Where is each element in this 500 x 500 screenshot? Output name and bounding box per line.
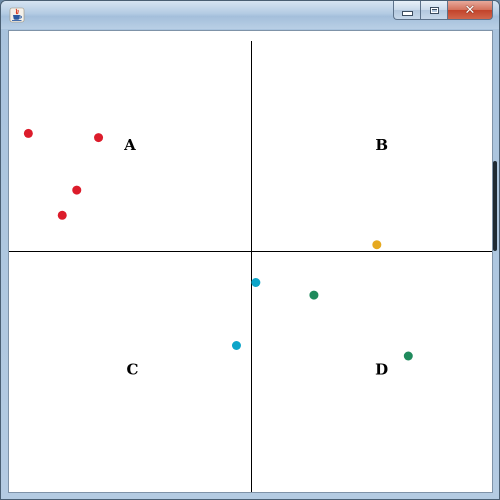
drawing-panel: A B C D bbox=[8, 30, 493, 493]
quadrant-label-b: B bbox=[375, 136, 388, 154]
minimize-icon bbox=[401, 10, 413, 16]
maximize-button[interactable] bbox=[420, 1, 447, 20]
caption-buttons: ✕ bbox=[393, 1, 493, 21]
quadrant-label-a: A bbox=[123, 136, 136, 154]
minimize-button[interactable] bbox=[393, 1, 420, 20]
data-point-5 bbox=[372, 240, 382, 250]
data-point-8 bbox=[309, 290, 319, 300]
data-point-7 bbox=[231, 341, 241, 350]
quadrant-scatter-plot: A B C D bbox=[9, 41, 492, 492]
window-edge-shadow bbox=[493, 161, 497, 251]
close-button[interactable]: ✕ bbox=[447, 1, 493, 20]
data-point-4 bbox=[57, 210, 67, 220]
quadrant-label-d: D bbox=[375, 361, 388, 379]
data-point-2 bbox=[94, 133, 104, 143]
java-coffee-cup-icon bbox=[9, 7, 25, 23]
application-window: ✕ A B C D bbox=[0, 0, 500, 500]
data-point-9 bbox=[403, 351, 413, 361]
quadrant-labels: A B C D bbox=[123, 136, 388, 379]
maximize-icon bbox=[429, 6, 439, 14]
title-bar[interactable]: ✕ bbox=[1, 1, 499, 29]
quadrant-label-c: C bbox=[126, 361, 138, 379]
data-point-1 bbox=[23, 128, 33, 138]
data-point-3 bbox=[72, 185, 82, 195]
data-point-6 bbox=[251, 278, 261, 287]
data-points bbox=[23, 128, 413, 361]
close-icon: ✕ bbox=[464, 2, 476, 18]
